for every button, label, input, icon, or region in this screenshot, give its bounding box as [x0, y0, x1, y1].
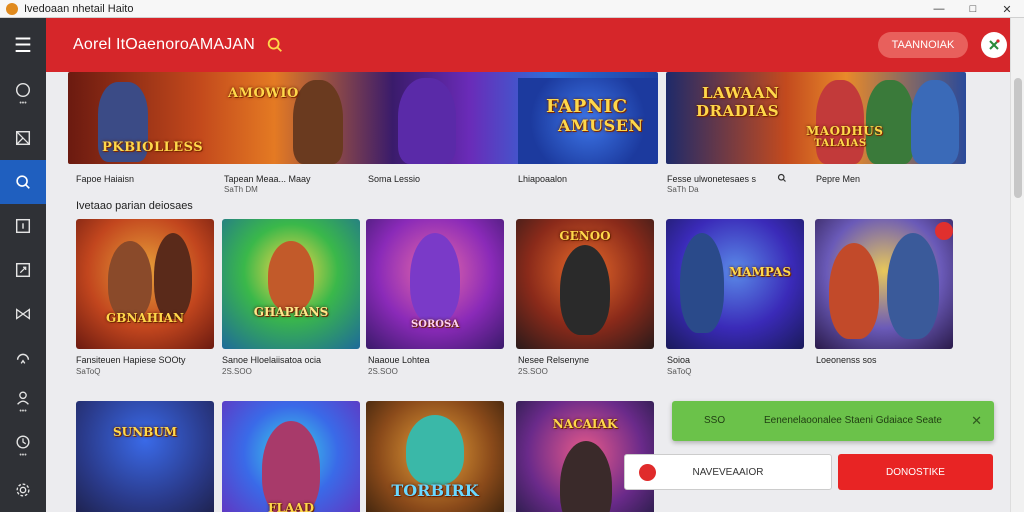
sidebar-item-circle[interactable]: •••: [0, 72, 46, 116]
scrollbar[interactable]: [1010, 18, 1024, 512]
gear-icon: [16, 483, 30, 497]
secondary-action-label: NAVEVEAAIOR: [692, 466, 764, 478]
game-card[interactable]: SUNBUM: [76, 401, 214, 512]
banner-art-subtitle: DRADIAS: [696, 102, 780, 120]
notification-toast: SSO Eenenelaoonalee Staeni Gdaiace Seate…: [672, 401, 994, 441]
game-card[interactable]: GENOO: [516, 219, 654, 349]
minimize-icon[interactable]: —: [922, 0, 956, 18]
app-header: Aorel ItOaenoroAMAJAN TAANNOIAK: [46, 18, 1010, 72]
sidebar-item-clock[interactable]: •••: [0, 424, 46, 468]
search-icon: [16, 175, 30, 189]
banner-label: Soma Lessio: [368, 174, 421, 184]
record-icon: [639, 464, 656, 481]
game-card[interactable]: MAMPAS: [666, 219, 804, 349]
close-icon[interactable]: ✕: [990, 0, 1024, 18]
search-icon[interactable]: [266, 36, 284, 54]
card-title: Nesee Relsenyne: [518, 355, 590, 365]
banner-label: Lhiapoaalon: [518, 174, 568, 184]
banner-art-title: FAPNIC: [546, 96, 628, 117]
card-title: Fansiteuen Hapiese SOOty: [76, 355, 186, 365]
header-action-button[interactable]: TAANNOIAK: [878, 32, 968, 58]
card-art-title: SUNBUM: [113, 425, 177, 439]
toast-message: Eenenelaoonalee Staeni Gdaiace Seate: [764, 415, 942, 426]
sidebar-item-user[interactable]: •••: [0, 380, 46, 424]
card-art-title: MAMPAS: [728, 265, 791, 279]
card-title: Naaoue Lohtea: [368, 355, 430, 365]
sidebar-item-square[interactable]: [0, 204, 46, 248]
game-card[interactable]: GBNAHIAN: [76, 219, 214, 349]
secondary-action-button[interactable]: NAVEVEAAIOR: [624, 454, 832, 490]
refresh-icon: [16, 353, 30, 364]
card-price: SaToQ: [667, 367, 692, 376]
close-icon[interactable]: ✕: [971, 413, 982, 429]
game-card[interactable]: FLAAD: [222, 401, 360, 512]
card-price: SaToQ: [76, 367, 101, 376]
card-art-title: GBNAHIAN: [106, 311, 184, 325]
banner-art-title: PKBIOLLESS: [102, 140, 204, 155]
sidebar-item-media[interactable]: [0, 116, 46, 160]
scrollbar-thumb[interactable]: [1014, 78, 1022, 198]
banner-label: Fapoe Haiaisn: [76, 174, 135, 184]
banner-label: Pepre Men: [816, 174, 861, 184]
banner-featured-2[interactable]: LAWAAN DRADIAS MAODHUS TALAIAS: [666, 72, 966, 164]
sidebar-item-expand[interactable]: [0, 248, 46, 292]
hamburger-menu-icon[interactable]: ☰: [0, 18, 46, 72]
banner-price: SaTh DM: [224, 185, 258, 194]
banner-featured-1[interactable]: PKBIOLLESS AMOWIO FAPNIC AMUSEN: [68, 72, 658, 164]
banner-label: Fesse ulwonetesaes s: [667, 174, 757, 184]
card-art-title: TORBIRK: [391, 481, 479, 500]
card-art-title: GENOO: [559, 229, 611, 243]
card-price: 2S.SOO: [222, 367, 252, 376]
card-title: Sanoe Hloelaiisatoa ocia: [222, 355, 322, 365]
game-card[interactable]: SOROSA: [366, 219, 504, 349]
game-card[interactable]: GHAPIANS: [222, 219, 360, 349]
card-title: Loeonenss sos: [816, 355, 877, 365]
close-circle-icon: [989, 39, 1000, 50]
card-price: 2S.SOO: [368, 367, 398, 376]
expand-icon: [15, 262, 31, 278]
sidebar-item-refresh[interactable]: [0, 336, 46, 380]
card-art-title: SOROSA: [411, 319, 459, 330]
card-art-title: FLAAD: [268, 501, 314, 512]
banner-art-subtitle: TALAIAS: [814, 138, 867, 149]
app-logo-icon: [6, 2, 18, 15]
section-title: Ivetaao parian deiosaes: [76, 200, 193, 212]
card-price: 2S.SOO: [518, 367, 548, 376]
primary-action-button[interactable]: DONOSTIKE: [838, 454, 993, 490]
share-icon: [16, 308, 30, 320]
banner-price: SaTh Da: [667, 185, 699, 194]
media-icon: [15, 130, 31, 146]
card-art-title: GHAPIANS: [253, 305, 329, 319]
banner-art-title: LAWAAN: [702, 84, 780, 102]
window-title: Ivedoaan nhetail Haito: [24, 2, 134, 15]
brand-title: Aorel ItOaenoroAMAJAN: [73, 36, 256, 53]
maximize-icon[interactable]: □: [956, 0, 990, 18]
banner-art-subtitle: AMUSEN: [558, 116, 644, 135]
avatar[interactable]: [981, 32, 1007, 58]
search-icon[interactable]: [777, 173, 787, 183]
sidebar-item-search[interactable]: [0, 160, 46, 204]
circle-icon: [15, 82, 31, 98]
sidebar: ☰ ••• ••• •••: [0, 18, 46, 512]
favorite-badge-icon[interactable]: [935, 222, 953, 240]
card-art-title: NACAIAK: [552, 417, 618, 431]
banner-art-title: MAODHUS: [806, 124, 884, 138]
game-card[interactable]: [815, 219, 953, 349]
sidebar-item-share[interactable]: [0, 292, 46, 336]
sidebar-item-settings[interactable]: [0, 468, 46, 512]
square-icon: [15, 218, 31, 234]
toast-code: SSO: [704, 415, 726, 426]
banner-label: Tapean Meaa... Maay: [224, 174, 311, 184]
window-controls: — □ ✕: [922, 0, 1024, 18]
main-content: PKBIOLLESS AMOWIO FAPNIC AMUSEN LAWAAN D…: [46, 72, 1010, 512]
banner-art-subtitle: AMOWIO: [228, 86, 299, 101]
clock-icon: [16, 435, 30, 449]
window-titlebar: Ivedoaan nhetail Haito — □ ✕: [0, 0, 1024, 18]
user-icon: [17, 391, 29, 405]
game-card[interactable]: TORBIRK: [366, 401, 504, 512]
card-title: Soioa: [667, 355, 691, 365]
